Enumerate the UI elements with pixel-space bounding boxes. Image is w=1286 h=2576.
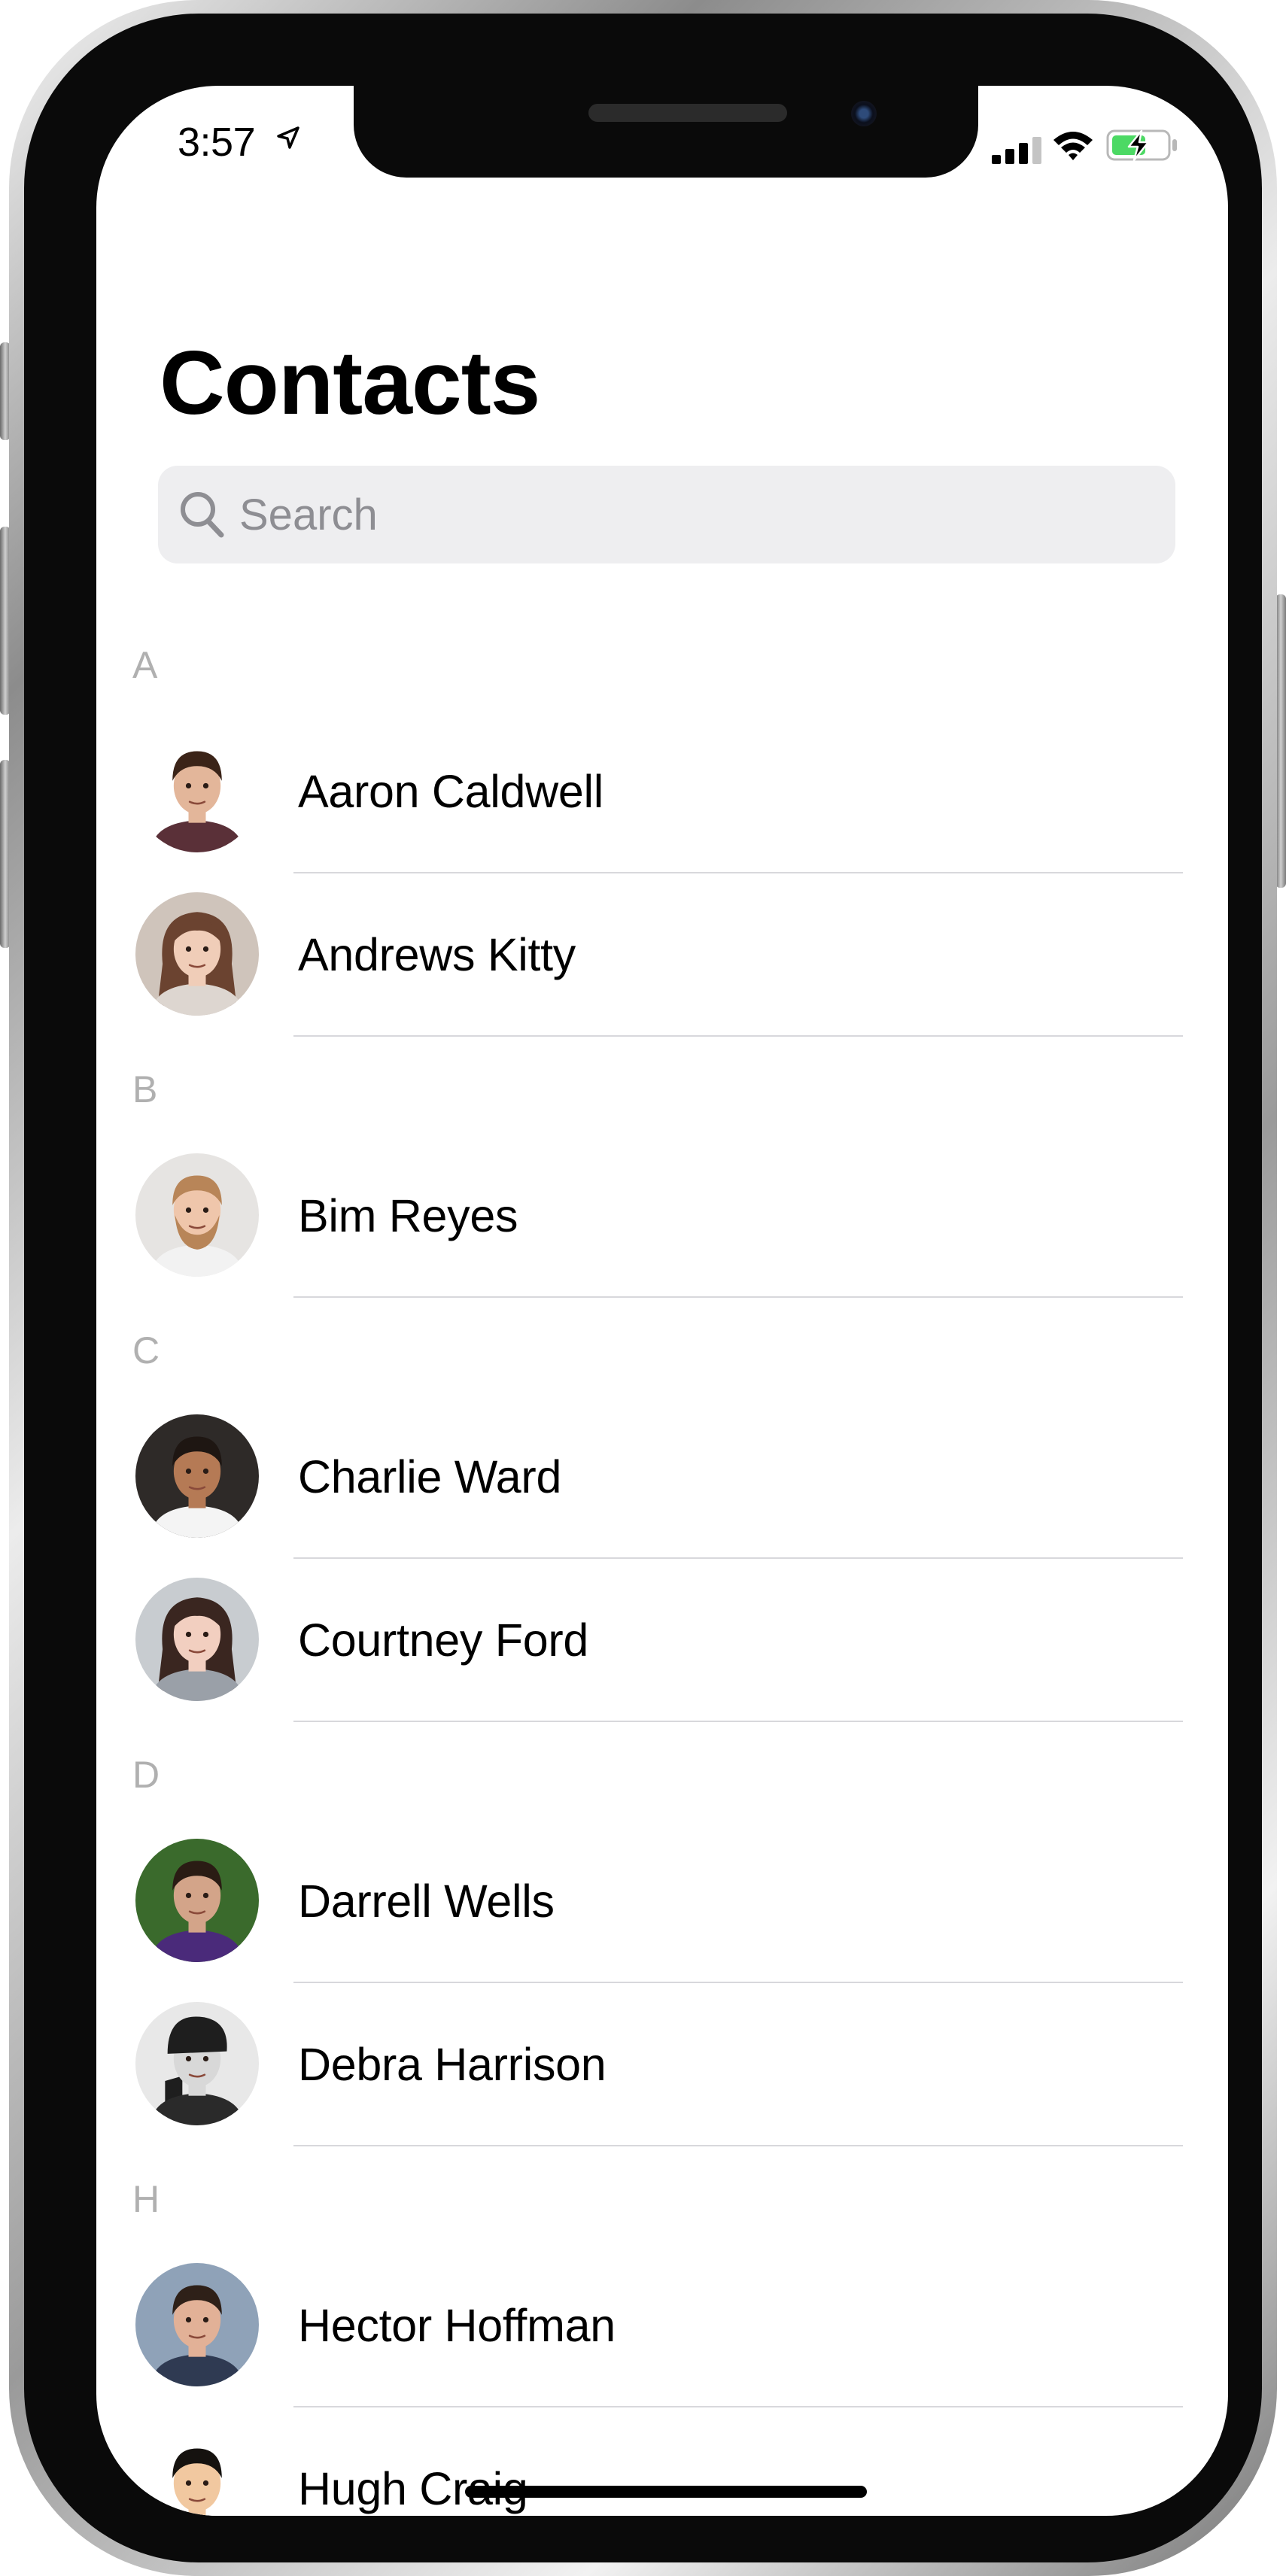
- contact-row[interactable]: Darrell Wells: [96, 1820, 1228, 1983]
- contact-row[interactable]: Hugh Craig: [96, 2407, 1228, 2516]
- contact-name: Andrews Kitty: [298, 929, 576, 980]
- contact-name: Hector Hoffman: [298, 2300, 616, 2351]
- section-header: C: [132, 1329, 160, 1372]
- contact-photo: [135, 2263, 259, 2386]
- avatar: [135, 729, 259, 852]
- contact-photo: [135, 2002, 259, 2125]
- avatar: [135, 1414, 259, 1538]
- avatar: [135, 1153, 259, 1277]
- location-arrow-icon: [277, 126, 299, 149]
- contact-row[interactable]: Aaron Caldwell: [96, 710, 1228, 873]
- notch: [354, 86, 978, 178]
- avatar: [135, 892, 259, 1016]
- side-button: [1275, 594, 1286, 888]
- phone-bezel: 3:57 Contacts Search A Aaron Caldwell An…: [24, 14, 1262, 2562]
- contact-row[interactable]: Bim Reyes: [96, 1135, 1228, 1298]
- status-time: 3:57: [178, 120, 256, 165]
- contact-name: Aaron Caldwell: [298, 766, 604, 817]
- avatar: [135, 2263, 259, 2386]
- row-divider: [293, 2145, 1183, 2146]
- contact-photo: [135, 892, 259, 1016]
- search-bar[interactable]: [158, 466, 1175, 564]
- contact-photo: [135, 1578, 259, 1701]
- avatar: [135, 1578, 259, 1701]
- contact-row[interactable]: Andrews Kitty: [96, 873, 1228, 1037]
- page-title: Contacts: [160, 333, 540, 433]
- contact-row[interactable]: Courtney Ford: [96, 1559, 1228, 1722]
- contact-photo: [135, 729, 259, 852]
- contact-photo: [135, 1153, 259, 1277]
- wifi-icon: [1053, 132, 1093, 160]
- section-header: D: [132, 1754, 160, 1796]
- contact-photo: [135, 1414, 259, 1538]
- battery-charging-icon: [1106, 129, 1177, 162]
- row-divider: [293, 1721, 1183, 1722]
- screen: 3:57 Contacts Search A Aaron Caldwell An…: [96, 86, 1228, 2516]
- contact-list[interactable]: A Aaron Caldwell Andrews Kitty B Bim Reyes C C…: [96, 612, 1228, 2516]
- contact-name: Courtney Ford: [298, 1615, 588, 1666]
- contact-name: Darrell Wells: [298, 1876, 555, 1927]
- contact-photo: [135, 2426, 259, 2516]
- avatar: [135, 2002, 259, 2125]
- contact-row[interactable]: Charlie Ward: [96, 1396, 1228, 1559]
- search-input[interactable]: [239, 485, 1142, 544]
- cellular-signal-icon: [992, 137, 1041, 164]
- avatar: [135, 2426, 259, 2516]
- avatar: [135, 1839, 259, 1962]
- contact-photo: [135, 1839, 259, 1962]
- row-divider: [293, 1296, 1183, 1298]
- contact-name: Bim Reyes: [298, 1190, 518, 1241]
- contact-name: Debra Harrison: [298, 2039, 607, 2090]
- search-icon: [181, 492, 224, 538]
- contact-name: Charlie Ward: [298, 1451, 562, 1502]
- section-header: B: [132, 1068, 158, 1110]
- row-divider: [293, 1035, 1183, 1037]
- front-camera: [851, 101, 877, 126]
- contact-row[interactable]: Debra Harrison: [96, 1983, 1228, 2146]
- speaker-grille: [588, 104, 787, 122]
- contact-row[interactable]: Hector Hoffman: [96, 2244, 1228, 2407]
- section-header: H: [132, 2178, 160, 2220]
- home-indicator[interactable]: [465, 2486, 867, 2498]
- section-header: A: [132, 644, 158, 686]
- phone-frame: 3:57 Contacts Search A Aaron Caldwell An…: [9, 0, 1277, 2576]
